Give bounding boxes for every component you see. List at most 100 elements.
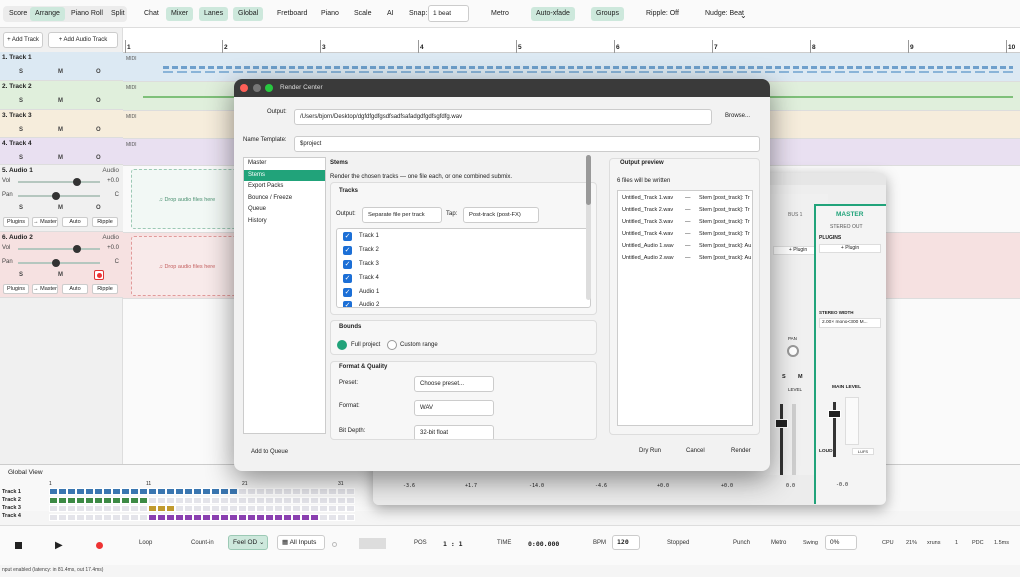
metro-button[interactable]: Metro (771, 540, 786, 546)
global-cell[interactable] (247, 488, 256, 495)
global-cell[interactable] (265, 513, 274, 521)
track-header[interactable]: 2. Track 2 S M O (0, 81, 123, 110)
cancel-button[interactable]: Cancel (686, 448, 705, 454)
global-cell[interactable] (274, 513, 283, 521)
play-icon[interactable]: ▶ (55, 540, 63, 551)
global-cell[interactable] (310, 488, 319, 495)
tab-score[interactable]: Score (4, 7, 32, 21)
global-cell[interactable] (157, 496, 166, 504)
global-cell[interactable] (121, 496, 130, 504)
tab-piano-roll[interactable]: Piano Roll (66, 7, 108, 21)
checkbox-icon[interactable]: ✓ (343, 232, 352, 241)
mute-button[interactable]: M (58, 272, 63, 278)
global-cell[interactable] (229, 488, 238, 495)
global-cell[interactable] (49, 496, 58, 504)
global-cell[interactable] (211, 505, 220, 512)
global-cell[interactable] (184, 513, 193, 521)
pan-knob[interactable] (787, 345, 799, 357)
stems-track-list[interactable]: ✓ Track 1 ✓ Track 2 ✓ Track 3 ✓ Track 4 ✓ Aud… (336, 228, 591, 308)
ripple-button[interactable]: Ripple: Off (641, 7, 684, 21)
global-cell[interactable] (148, 488, 157, 495)
nav-bounce-freeze[interactable]: Bounce / Freeze (244, 193, 325, 205)
global-cell[interactable] (85, 505, 94, 512)
scale-button[interactable]: Scale (349, 7, 377, 21)
global-cell[interactable] (148, 505, 157, 512)
global-cell[interactable] (247, 513, 256, 521)
scrollbar-thumb[interactable] (586, 155, 591, 205)
solo-button[interactable]: S (19, 98, 23, 104)
global-cell[interactable] (328, 505, 337, 512)
auto-xfade-button[interactable]: Auto-xfade (531, 7, 575, 21)
global-cell[interactable] (202, 505, 211, 512)
route-master-button[interactable]: → Master (32, 217, 58, 227)
global-cell[interactable] (157, 505, 166, 512)
global-cell[interactable] (328, 496, 337, 504)
global-cell[interactable] (256, 496, 265, 504)
mute-button[interactable]: M (58, 69, 63, 75)
checkbox-icon[interactable]: ✓ (343, 301, 352, 307)
global-cell[interactable] (238, 513, 247, 521)
solo-button[interactable]: S (19, 272, 23, 278)
global-cell[interactable] (346, 513, 355, 521)
drop-zone[interactable]: ♫ Drop audio files here (131, 169, 243, 229)
global-cell[interactable] (328, 488, 337, 495)
global-cell[interactable] (283, 496, 292, 504)
global-cell[interactable] (76, 488, 85, 495)
checkbox-icon[interactable]: ✓ (343, 260, 352, 269)
global-cell[interactable] (175, 513, 184, 521)
global-cell[interactable] (49, 505, 58, 512)
snap-select[interactable]: 1 beat (428, 5, 469, 22)
global-cell[interactable] (193, 496, 202, 504)
pan-slider[interactable] (18, 259, 100, 267)
midi-clip[interactable]: MIDI (123, 53, 1020, 82)
groups-button[interactable]: Groups (591, 7, 624, 21)
global-cell[interactable] (211, 496, 220, 504)
global-cell[interactable] (121, 488, 130, 495)
global-cell[interactable] (310, 513, 319, 521)
nav-stems[interactable]: Stems (244, 169, 325, 182)
ai-button[interactable]: AI (382, 7, 399, 21)
global-cell[interactable] (346, 488, 355, 495)
global-cell[interactable] (319, 505, 328, 512)
global-cell[interactable] (337, 513, 346, 521)
global-button[interactable]: Global (233, 7, 264, 21)
global-cell[interactable] (193, 505, 202, 512)
global-cell[interactable] (112, 488, 121, 495)
piano-button[interactable]: Piano (316, 7, 344, 21)
global-cell[interactable] (103, 496, 112, 504)
radio-selected-icon[interactable] (337, 340, 347, 350)
add-plugin-button[interactable]: + Plugin (819, 244, 881, 253)
global-cell[interactable] (166, 505, 175, 512)
global-cell[interactable] (184, 496, 193, 504)
global-cell[interactable] (256, 513, 265, 521)
fader-handle[interactable] (775, 419, 788, 428)
global-cell[interactable] (112, 513, 121, 521)
auto-button[interactable]: Auto (62, 217, 88, 227)
scrollbar[interactable] (586, 155, 591, 300)
global-cell[interactable] (166, 513, 175, 521)
route-master-button[interactable]: → Master (32, 284, 58, 294)
render-button[interactable]: Render (731, 448, 751, 454)
global-cell[interactable] (166, 488, 175, 495)
global-cell[interactable] (247, 505, 256, 512)
global-cell[interactable] (130, 513, 139, 521)
global-cell[interactable] (139, 505, 148, 512)
global-cell[interactable] (292, 496, 301, 504)
lufs-button[interactable]: LUFS (852, 448, 874, 455)
global-cell[interactable] (76, 505, 85, 512)
arm-button[interactable]: O (96, 98, 101, 104)
global-cell[interactable] (121, 505, 130, 512)
volume-knob[interactable] (73, 245, 82, 253)
global-cell[interactable] (238, 488, 247, 495)
preview-list[interactable]: Untitled_Track 1.wav — Stem [post_track]: … (617, 190, 753, 426)
global-cell[interactable] (67, 496, 76, 504)
pan-slider[interactable] (18, 192, 100, 200)
format-select[interactable]: WAV (414, 400, 494, 416)
stop-icon[interactable] (15, 542, 22, 549)
volume-slider[interactable] (18, 245, 100, 253)
global-cell[interactable] (58, 513, 67, 521)
global-cell[interactable] (211, 488, 220, 495)
global-cell[interactable] (103, 513, 112, 521)
dry-run-button[interactable]: Dry Run (639, 448, 661, 454)
metro-button[interactable]: Metro (486, 7, 514, 21)
